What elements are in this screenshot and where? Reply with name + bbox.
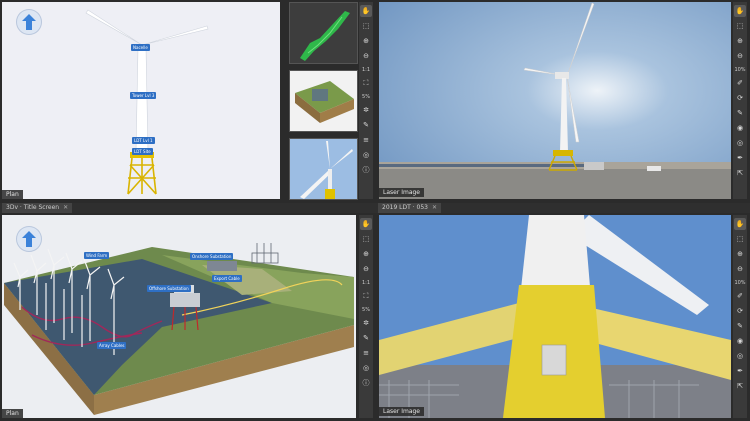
view-label-plan-top: Plan	[2, 190, 23, 199]
callout-nacelle[interactable]: Nacelle	[131, 44, 150, 51]
zoom-in-icon[interactable]: ⊕	[360, 35, 372, 47]
zoom-level-bottom-right: 10%	[734, 280, 746, 286]
rotate-icon[interactable]: ⟳	[734, 305, 746, 317]
measure-icon[interactable]: ✎	[360, 119, 372, 131]
select-box-icon[interactable]: ⬚	[734, 20, 746, 32]
callout-offshore-substation[interactable]: Offshore Substation	[147, 285, 191, 292]
callout-array-cables[interactable]: Array Cables	[97, 342, 127, 349]
bottom-left-viewport[interactable]: Wind Farm Offshore Substation Onshore Su…	[2, 215, 356, 418]
hand-icon[interactable]: ✋	[734, 218, 746, 230]
zoom-level-top-right: 10%	[734, 67, 746, 73]
thumbnail-turbine-view[interactable]	[289, 138, 358, 200]
view-label-laser-bottom: Laser Image	[379, 407, 425, 416]
toolbar-top-right: ✋ ⬚ ⊕ ⊖ 10% ✐ ⟳ ✎ ◉ ◎ ✒ ⇱	[733, 2, 747, 199]
toolbar-bottom-right: ✋ ⬚ ⊕ ⊖ 10% ✐ ⟳ ✎ ◉ ◎ ✒ ⇱	[733, 215, 747, 418]
view-label-laser-top: Laser Image	[379, 188, 425, 197]
layers-icon[interactable]: ≡	[360, 134, 372, 146]
close-icon[interactable]: ✕	[63, 204, 68, 211]
top-right-viewport[interactable]: Laser Image	[379, 2, 731, 199]
target-icon[interactable]: ◎	[360, 362, 372, 374]
settings-icon[interactable]: ✲	[360, 317, 372, 329]
thumbnail-point-cloud[interactable]	[289, 2, 358, 64]
callout-ldt-site[interactable]: LDT Site	[132, 148, 153, 155]
tab-right-title-label: 2019 LDT · 053	[382, 204, 428, 211]
wind-farm-model[interactable]	[2, 215, 356, 418]
top-left-viewport[interactable]: Nacelle Tower Lvl 3 LDT Lvl 1 LDT Site P…	[2, 2, 280, 199]
turbine-model[interactable]	[2, 2, 280, 199]
export-icon[interactable]: ⇱	[734, 167, 746, 179]
view-label-plan-bottom: Plan	[2, 409, 23, 418]
hand-icon[interactable]: ✋	[734, 5, 746, 17]
measure-icon[interactable]: ✎	[360, 332, 372, 344]
select-box-icon[interactable]: ⬚	[360, 233, 372, 245]
tab-left-title-label: 3Dv · Title Screen	[6, 204, 60, 211]
scale-1to1-button-bottom[interactable]: 1:1	[362, 279, 370, 287]
zoom-out-icon[interactable]: ⊖	[734, 50, 746, 62]
select-box-icon[interactable]: ⬚	[734, 233, 746, 245]
layers-icon[interactable]: ≡	[360, 347, 372, 359]
callout-onshore-substation[interactable]: Onshore Substation	[190, 253, 234, 260]
callout-export-cable[interactable]: Export Cable	[212, 275, 242, 282]
hand-icon[interactable]: ✋	[360, 5, 372, 17]
zoom-out-icon[interactable]: ⊖	[360, 50, 372, 62]
thumbnail-substation[interactable]	[289, 70, 358, 132]
camera-icon[interactable]: ◉	[734, 335, 746, 347]
camera-icon[interactable]: ◉	[734, 122, 746, 134]
bottom-right-viewport[interactable]: Laser Image	[379, 215, 731, 418]
zoom-in-icon[interactable]: ⊕	[734, 248, 746, 260]
hand-icon[interactable]: ✋	[360, 218, 372, 230]
zoom-in-icon[interactable]: ⊕	[734, 35, 746, 47]
rotate-icon[interactable]: ⟳	[734, 92, 746, 104]
callout-wind-farm[interactable]: Wind Farm	[84, 252, 110, 259]
tab-right-title[interactable]: 2019 LDT · 053 ✕	[378, 203, 442, 213]
pen-icon[interactable]: ✒	[734, 365, 746, 377]
info-icon[interactable]: ⓘ	[360, 377, 372, 389]
callout-ldt1[interactable]: LDT Lvl 1	[132, 137, 155, 144]
export-icon[interactable]: ⇱	[734, 380, 746, 392]
toolbar-bottom-left: ✋ ⬚ ⊕ ⊖ 1:1 ⛶ 5% ✲ ✎ ≡ ◎ ⓘ	[359, 215, 373, 418]
pencil-icon[interactable]: ✐	[734, 77, 746, 89]
zoom-out-icon[interactable]: ⊖	[734, 263, 746, 275]
measure-icon[interactable]: ✎	[734, 107, 746, 119]
zoom-level-top-left: 5%	[362, 94, 370, 100]
zoom-level-bottom-left: 5%	[362, 307, 370, 313]
tabbar-left: 3Dv · Title Screen ✕	[0, 203, 376, 213]
fit-icon[interactable]: ⛶	[360, 77, 372, 89]
zoom-in-icon[interactable]: ⊕	[360, 248, 372, 260]
target-icon[interactable]: ◎	[734, 137, 746, 149]
target-icon[interactable]: ◎	[734, 350, 746, 362]
tabbar-right: 2019 LDT · 053 ✕	[376, 203, 750, 213]
tab-left-title[interactable]: 3Dv · Title Screen ✕	[2, 203, 73, 213]
pen-icon[interactable]: ✒	[734, 152, 746, 164]
measure-icon[interactable]: ✎	[734, 320, 746, 332]
select-box-icon[interactable]: ⬚	[360, 20, 372, 32]
toolbar-top-left: ✋ ⬚ ⊕ ⊖ 1:1 ⛶ 5% ✲ ✎ ≡ ◎ ⓘ	[359, 2, 373, 199]
callout-tower[interactable]: Tower Lvl 3	[130, 92, 157, 99]
close-icon[interactable]: ✕	[432, 204, 437, 211]
settings-icon[interactable]: ✲	[360, 104, 372, 116]
target-icon[interactable]: ◎	[360, 149, 372, 161]
info-icon[interactable]: ⓘ	[360, 164, 372, 176]
scale-1to1-button[interactable]: 1:1	[362, 66, 370, 74]
zoom-out-icon[interactable]: ⊖	[360, 263, 372, 275]
fit-icon[interactable]: ⛶	[360, 290, 372, 302]
pencil-icon[interactable]: ✐	[734, 290, 746, 302]
